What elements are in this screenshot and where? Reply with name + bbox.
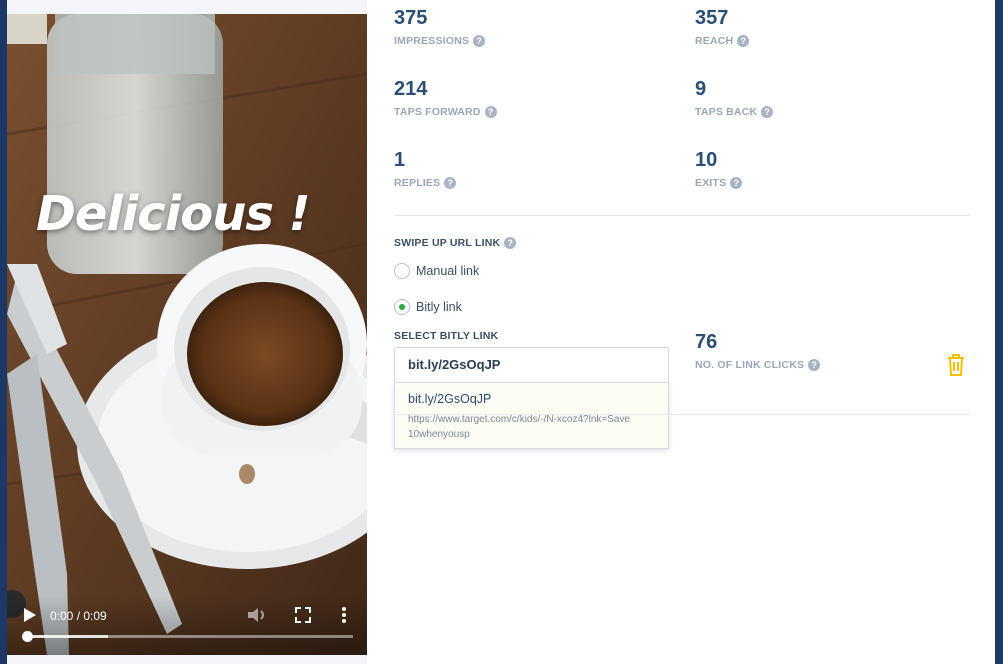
radio-label: Manual link bbox=[416, 264, 480, 278]
volume-icon[interactable] bbox=[247, 607, 269, 623]
video-buffer-fill bbox=[26, 635, 108, 638]
option-long-url: https://www.target.com/c/kids/-/N-xcoz4?… bbox=[408, 414, 631, 440]
media-panel: Delicious ! 0:00 / 0:09 bbox=[7, 0, 367, 664]
metric-label: TAPS FORWARD ? bbox=[394, 106, 497, 118]
metric-label-text: REACH bbox=[695, 35, 734, 47]
more-options-icon[interactable] bbox=[338, 605, 350, 625]
metric-replies: 1 REPLIES ? bbox=[394, 148, 457, 189]
metric-value: 375 bbox=[394, 7, 428, 29]
video-time-display: 0:00 / 0:09 bbox=[50, 609, 107, 623]
trash-icon[interactable] bbox=[946, 353, 966, 377]
metric-label: REACH ? bbox=[695, 35, 750, 47]
radio-manual-link[interactable]: Manual link bbox=[394, 263, 479, 279]
metric-label-text: EXITS bbox=[695, 177, 727, 189]
metric-reach: 357 REACH ? bbox=[695, 6, 750, 47]
metric-label: TAPS BACK ? bbox=[695, 106, 774, 118]
swipe-up-section-title: SWIPE UP URL LINK ? bbox=[394, 237, 517, 249]
help-icon[interactable]: ? bbox=[761, 106, 774, 118]
story-insights-panel: 375 IMPRESSIONS ? 357 REACH ? 214 TAPS F… bbox=[367, 0, 995, 664]
radio-button[interactable] bbox=[394, 299, 410, 315]
section-divider bbox=[394, 215, 970, 216]
video-controls: 0:00 / 0:09 bbox=[7, 595, 367, 655]
fullscreen-icon[interactable] bbox=[295, 607, 311, 623]
metric-label: REPLIES ? bbox=[394, 177, 457, 189]
metric-label: IMPRESSIONS ? bbox=[394, 35, 486, 47]
metric-taps-back: 9 TAPS BACK ? bbox=[695, 77, 774, 118]
metric-label-text: IMPRESSIONS bbox=[394, 35, 470, 47]
window-right-edge bbox=[995, 0, 1003, 664]
metric-value: 1 bbox=[394, 149, 406, 171]
video-progress-bar[interactable] bbox=[26, 635, 353, 638]
help-icon[interactable]: ? bbox=[808, 359, 821, 371]
radio-button[interactable] bbox=[394, 263, 410, 279]
option-short-url: bit.ly/2GsOqJP bbox=[408, 392, 492, 406]
metric-value: 214 bbox=[394, 78, 428, 100]
bitly-link-select[interactable]: bit.ly/2GsOqJP bbox=[394, 347, 669, 383]
metric-value: 10 bbox=[695, 149, 718, 171]
section-divider-bottom bbox=[394, 414, 970, 415]
metric-label-text: NO. OF LINK CLICKS bbox=[695, 359, 805, 371]
help-icon[interactable]: ? bbox=[730, 177, 743, 189]
select-bitly-label: SELECT BITLY LINK bbox=[394, 330, 499, 342]
metric-value: 357 bbox=[695, 7, 729, 29]
radio-bitly-link[interactable]: Bitly link bbox=[394, 299, 462, 315]
metric-exits: 10 EXITS ? bbox=[695, 148, 743, 189]
metric-value: 9 bbox=[695, 78, 707, 100]
radio-label: Bitly link bbox=[416, 300, 462, 314]
metric-value: 76 bbox=[695, 331, 718, 353]
story-video[interactable]: Delicious ! 0:00 / 0:09 bbox=[7, 14, 367, 655]
metric-impressions: 375 IMPRESSIONS ? bbox=[394, 6, 486, 47]
metric-label-text: TAPS FORWARD bbox=[394, 106, 481, 118]
help-icon[interactable]: ? bbox=[484, 106, 497, 118]
video-frame-image bbox=[7, 14, 367, 655]
bitly-dropdown-option[interactable]: bit.ly/2GsOqJP https://www.target.com/c/… bbox=[394, 382, 669, 449]
metric-label-text: REPLIES bbox=[394, 177, 441, 189]
help-icon[interactable]: ? bbox=[737, 35, 750, 47]
section-title-text: SWIPE UP URL LINK bbox=[394, 237, 501, 249]
story-overlay-text: Delicious ! bbox=[36, 186, 311, 242]
window-left-edge bbox=[0, 0, 7, 664]
help-icon[interactable]: ? bbox=[473, 35, 486, 47]
help-icon[interactable]: ? bbox=[444, 177, 457, 189]
play-icon[interactable] bbox=[23, 607, 37, 623]
metric-link-clicks: 76 NO. OF LINK CLICKS ? bbox=[695, 330, 821, 371]
video-progress-thumb[interactable] bbox=[22, 631, 33, 642]
metric-label: EXITS ? bbox=[695, 177, 743, 189]
metric-label-text: TAPS BACK bbox=[695, 106, 758, 118]
help-icon[interactable]: ? bbox=[504, 237, 517, 249]
metric-taps-forward: 214 TAPS FORWARD ? bbox=[394, 77, 497, 118]
metric-label: NO. OF LINK CLICKS ? bbox=[695, 359, 821, 371]
